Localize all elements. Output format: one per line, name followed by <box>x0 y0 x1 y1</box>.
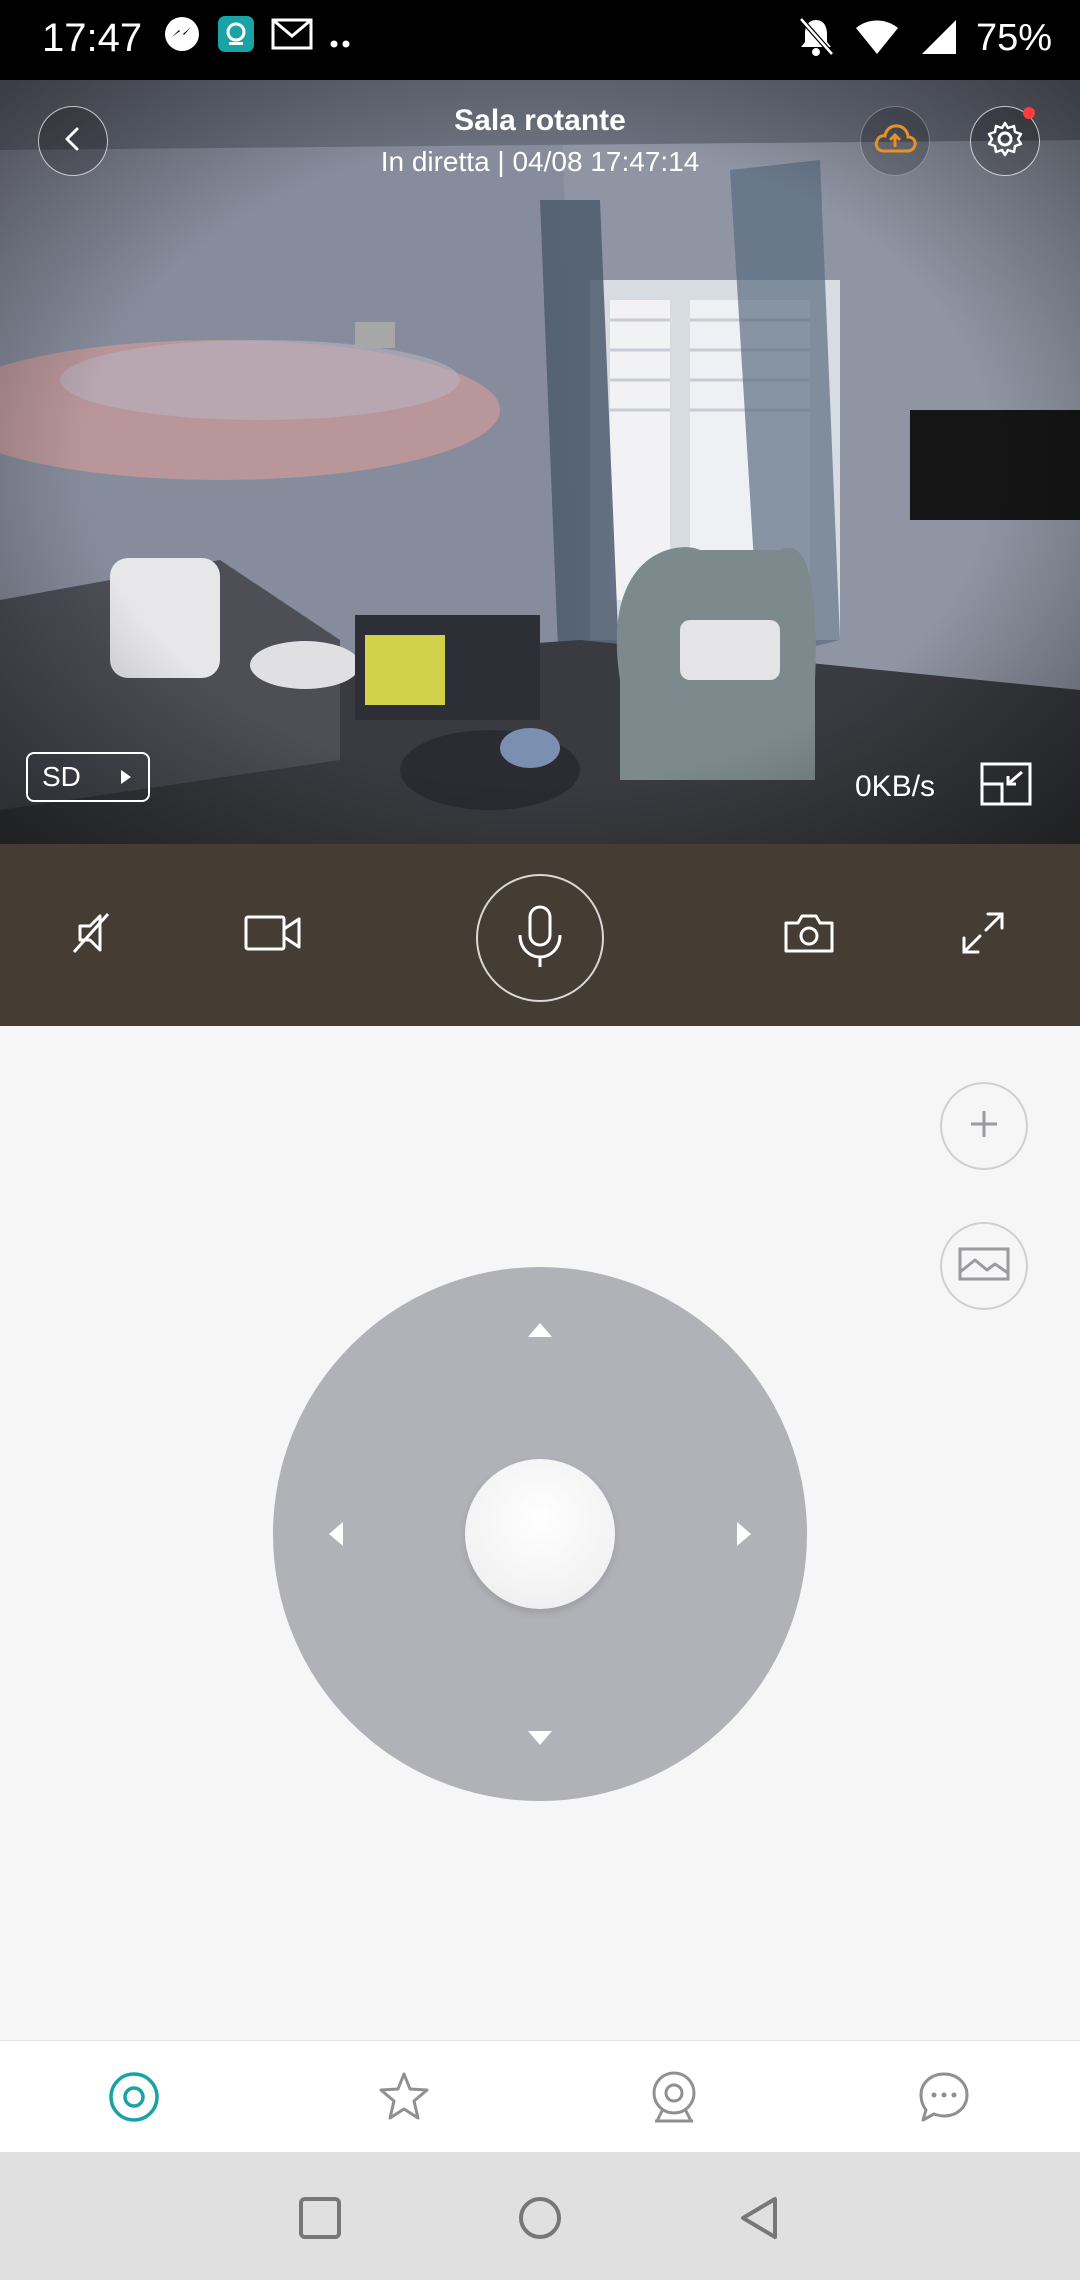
zoom-in-button[interactable] <box>940 1082 1028 1170</box>
control-bar <box>0 844 1080 1026</box>
tab-camera[interactable] <box>644 2069 704 2129</box>
arrow-left-icon <box>325 1522 347 1553</box>
speaker-mute-icon <box>66 908 116 963</box>
chat-icon <box>917 2070 971 2129</box>
shrink-window-icon <box>978 762 1034 812</box>
plus-icon <box>966 1106 1002 1147</box>
pan-center-button[interactable] <box>465 1459 615 1609</box>
square-icon <box>297 2195 343 2246</box>
status-time: 17:47 <box>42 16 143 60</box>
arrow-right-icon <box>733 1522 755 1553</box>
notification-dot <box>1023 107 1035 119</box>
cloud-upload-icon <box>872 121 918 162</box>
home-button[interactable] <box>510 2190 570 2250</box>
star-icon <box>376 2070 432 2129</box>
bitrate: 0KB/s <box>855 770 936 803</box>
signal-icon <box>918 16 958 61</box>
status-bar: 17:47 75% <box>0 0 1080 80</box>
tab-messages[interactable] <box>914 2069 974 2129</box>
video-camera-icon <box>243 911 303 960</box>
gmail-icon <box>270 14 314 59</box>
video-frame <box>0 80 1080 844</box>
arrow-down-icon <box>525 1731 555 1753</box>
system-nav-bar <box>0 2152 1080 2280</box>
tab-live[interactable] <box>104 2069 164 2129</box>
pan-up-button[interactable] <box>525 1319 555 1346</box>
mute-audio-button[interactable] <box>60 904 122 966</box>
status-icons-right: 75% <box>796 14 1052 63</box>
exit-fullscreen-button[interactable] <box>978 760 1034 813</box>
bottom-tab-bar <box>0 2040 1080 2153</box>
live-video[interactable]: Sala rotante In diretta | 04/08 17:47:14… <box>0 80 1080 844</box>
microphone-icon <box>510 901 570 976</box>
fullscreen-button[interactable] <box>952 904 1014 966</box>
tab-favorites[interactable] <box>374 2069 434 2129</box>
camera-app-icon <box>216 14 256 59</box>
talk-button[interactable] <box>476 874 604 1002</box>
snapshot-button[interactable] <box>778 904 840 966</box>
pan-down-button[interactable] <box>525 1727 555 1754</box>
record-button[interactable] <box>240 904 306 966</box>
wifi-icon <box>854 16 900 61</box>
recents-button[interactable] <box>290 2190 350 2250</box>
circle-icon <box>516 2194 564 2247</box>
pan-left-button[interactable] <box>325 1519 347 1554</box>
webcam-icon <box>647 2069 701 2130</box>
cloud-upload-button[interactable] <box>860 106 930 176</box>
triangle-back-icon <box>737 2195 783 2246</box>
live-icon <box>107 2070 161 2129</box>
settings-button[interactable] <box>970 106 1040 176</box>
back-nav-button[interactable] <box>730 2190 790 2250</box>
arrow-up-icon <box>525 1323 555 1345</box>
quality-label: SD <box>42 761 81 792</box>
camera-icon <box>782 911 836 960</box>
battery-percent: 75% <box>975 17 1052 59</box>
expand-icon <box>960 910 1006 961</box>
play-icon <box>118 761 134 793</box>
gallery-button[interactable] <box>940 1222 1028 1310</box>
gear-icon <box>985 119 1025 164</box>
more-dots-icon <box>328 14 352 59</box>
mute-icon <box>796 14 836 63</box>
messenger-icon <box>162 14 202 59</box>
image-icon <box>957 1246 1011 1287</box>
pan-right-button[interactable] <box>733 1519 755 1554</box>
quality-toggle[interactable]: SD <box>26 752 150 802</box>
pan-tilt-pad[interactable] <box>273 1267 807 1801</box>
status-icons-left <box>162 14 352 59</box>
